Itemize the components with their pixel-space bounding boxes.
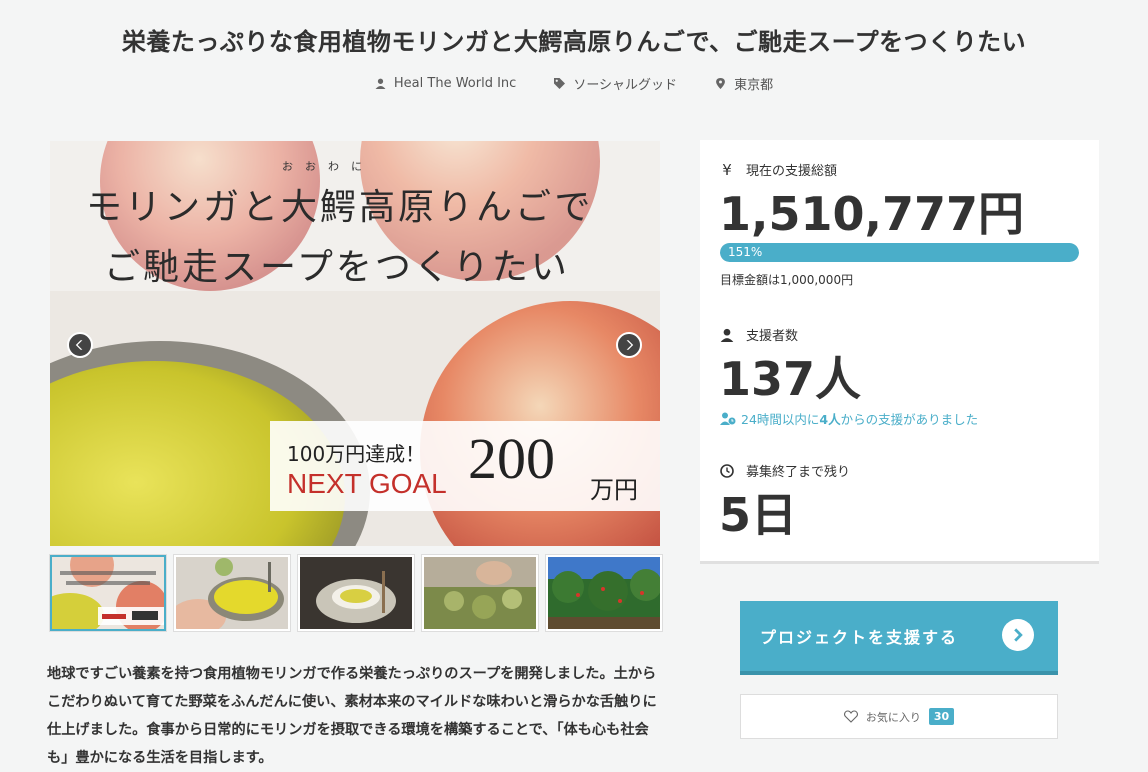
recent-backers-notice: 24時間以内に4人からの支援がありました xyxy=(720,409,978,428)
thumbnail-2-image xyxy=(176,557,288,629)
total-amount-label-row: ¥ 現在の支援総額 xyxy=(720,160,838,180)
thumbnail-4-image xyxy=(424,557,536,629)
user-icon xyxy=(720,328,734,342)
project-meta: Heal The World Inc ソーシャルグッド 東京都 xyxy=(0,74,1148,93)
location-link[interactable]: 東京都 xyxy=(715,74,773,93)
total-amount-value: 1,510,777円 xyxy=(719,187,1024,241)
remaining-label-row: 募集終了まで残り xyxy=(720,461,850,480)
goal-amount-text: 目標金額は1,000,000円 xyxy=(720,273,854,287)
funding-progress-fill: 151% xyxy=(720,243,1079,262)
support-project-button[interactable]: プロジェクトを支援する xyxy=(740,601,1058,675)
map-pin-icon xyxy=(716,78,725,89)
favorite-count-badge: 30 xyxy=(928,708,955,725)
tag-icon xyxy=(554,78,566,89)
project-description: 地球ですごい養素を持つ食用植物モリンガで作る栄養たっぷりのスープを開発しました。… xyxy=(47,666,657,766)
project-title: 栄養たっぷりな食用植物モリンガと大鰐高原りんごで、ご馳走スープをつくりたい xyxy=(121,28,1027,56)
yen-icon: ¥ xyxy=(722,160,732,179)
next-goal-amount: 200 xyxy=(468,426,555,491)
category-name: ソーシャルグッド xyxy=(573,78,678,93)
clock-icon xyxy=(720,463,734,478)
recent-suffix: からの支援がありました xyxy=(840,412,979,427)
thumbnail-3[interactable] xyxy=(298,555,414,631)
next-goal-text: NEXT GOAL xyxy=(287,468,447,499)
backers-value: 137人 xyxy=(719,352,862,406)
thumbnail-3-image xyxy=(300,557,412,629)
user-icon xyxy=(375,78,386,89)
chevron-left-icon xyxy=(75,340,83,350)
user-clock-icon xyxy=(720,412,736,425)
recent-prefix: 24時間以内に xyxy=(741,412,820,427)
support-button-label: プロジェクトを支援する xyxy=(760,628,959,647)
thumbnail-5[interactable] xyxy=(546,555,662,631)
arrow-right-circle-icon xyxy=(1002,619,1034,651)
chevron-right-icon xyxy=(626,340,634,350)
thumbnail-2[interactable] xyxy=(174,555,290,631)
remaining-value: 5日 xyxy=(719,488,798,542)
backers-label: 支援者数 xyxy=(746,329,799,344)
heart-icon xyxy=(843,710,858,723)
backers-label-row: 支援者数 xyxy=(720,325,798,344)
thumbnail-1-image xyxy=(52,557,164,629)
category-link[interactable]: ソーシャルグッド xyxy=(554,74,677,93)
owner-link[interactable]: Heal The World Inc xyxy=(375,74,516,93)
goal-achieved-text: 100万円達成！ xyxy=(287,442,426,466)
favorite-label: お気に入り xyxy=(865,710,921,724)
thumbnail-strip xyxy=(50,555,662,631)
funding-progress-bar: 151% xyxy=(720,243,1079,262)
thumbnail-4[interactable] xyxy=(422,555,538,631)
carousel-prev-button[interactable] xyxy=(67,332,93,358)
hero-heading-line2: ご馳走スープをつくりたい xyxy=(104,247,570,288)
hero-ruby-text: おおわに xyxy=(282,160,374,173)
recent-count: 4人 xyxy=(819,412,841,427)
location-name: 東京都 xyxy=(734,78,774,93)
remaining-label: 募集終了まで残り xyxy=(746,465,851,480)
favorite-button[interactable]: お気に入り 30 xyxy=(740,694,1058,739)
thumbnail-1[interactable] xyxy=(50,555,166,631)
hero-heading-line1: モリンガと大鰐高原りんごで xyxy=(86,187,594,228)
total-amount-label: 現在の支援総額 xyxy=(746,164,838,179)
owner-name: Heal The World Inc xyxy=(393,76,517,91)
next-goal-unit: 万円 xyxy=(590,476,638,504)
thumbnail-5-image xyxy=(548,557,660,629)
carousel-next-button[interactable] xyxy=(616,332,642,358)
